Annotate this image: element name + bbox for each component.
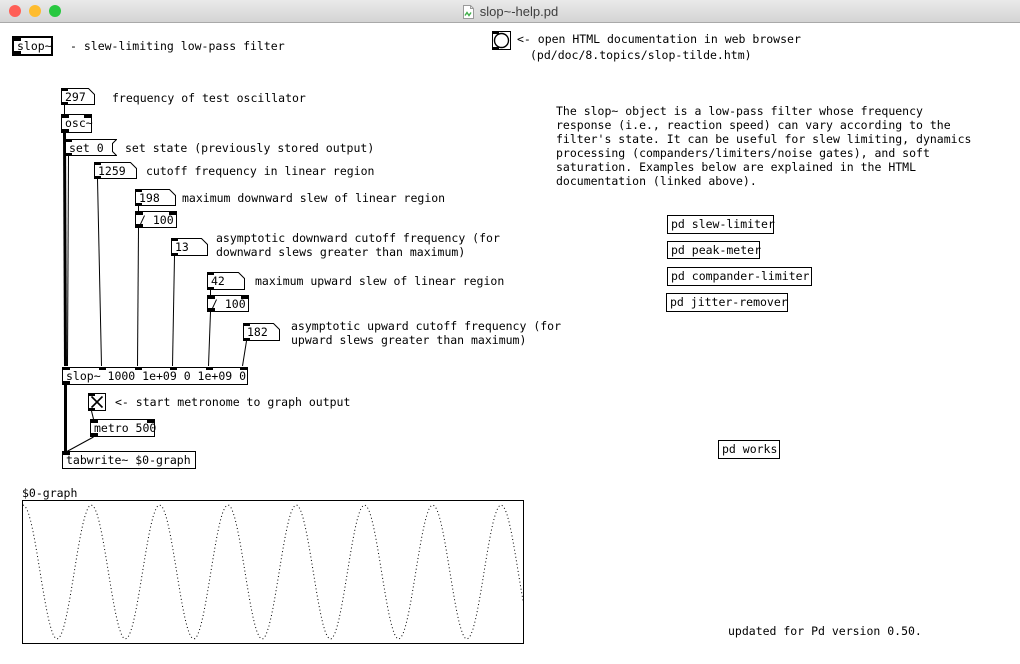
comment-doc-link: <- open HTML documentation in web browse… [517, 32, 801, 46]
comment-up-slew: maximum upward slew of linear region [255, 274, 504, 288]
number-box-up-asymptotic[interactable]: 182 [243, 323, 280, 341]
sine-wave-plot [23, 501, 523, 643]
subpatch-works[interactable]: pd works [718, 440, 780, 459]
inlet-nub [91, 420, 98, 423]
subpatch-jitter-remover[interactable]: pd jitter-remover [666, 293, 788, 312]
comment-down-asymptotic: asymptotic downward cutoff frequency (fo… [216, 231, 500, 259]
outlet-nub [91, 433, 98, 436]
inlet-nub [94, 162, 101, 165]
minimize-button[interactable] [29, 5, 41, 17]
outlet-nub [62, 129, 69, 132]
subpatch-peak-meter[interactable]: pd peak-meter [667, 241, 760, 259]
comment-down-slew: maximum downward slew of linear region [182, 191, 445, 205]
comment-frequency: frequency of test oscillator [112, 91, 306, 105]
bang-circle-icon [495, 34, 509, 48]
outlet-nub [136, 224, 143, 227]
object-box-slop-main: slop~ [12, 36, 53, 56]
signal-cords [65, 133, 66, 451]
inlet-nub [170, 367, 177, 370]
outlet-nub [63, 381, 70, 384]
number-box-up-slew[interactable]: 42 [207, 272, 245, 290]
outlet-nub [61, 102, 68, 105]
outlet-nub [207, 287, 214, 290]
inlet-nub [63, 452, 70, 455]
object-box-tabwrite: tabwrite~ $0-graph [62, 451, 196, 469]
outlet-nub [94, 176, 101, 179]
title-bar[interactable]: slop~-help.pd [0, 0, 1020, 23]
inlet-nub [171, 238, 178, 241]
outlet-nub [65, 153, 72, 156]
bang-open-docs[interactable] [492, 31, 511, 50]
inlet-nub [169, 212, 176, 215]
message-box-set-state[interactable]: set 0 [65, 139, 117, 156]
number-box-down-asymptotic[interactable]: 13 [171, 238, 208, 256]
comment-toggle: <- start metronome to graph output [115, 395, 350, 409]
comment-main: - slew-limiting low-pass filter [70, 39, 285, 53]
number-box-frequency[interactable]: 297 [61, 88, 95, 105]
inlet-nub [206, 367, 213, 370]
inlet-nub [63, 367, 70, 370]
inlet-nub [62, 115, 69, 118]
outlet-nub [243, 338, 250, 341]
object-box-divide-1: / 100 [135, 211, 177, 228]
subpatch-compander-limiter[interactable]: pd compander-limiter [667, 267, 812, 286]
patch-canvas: slop~ - slew-limiting low-pass filter <-… [0, 23, 1020, 664]
number-box-cutoff[interactable]: 1259 [94, 162, 137, 179]
number-box-down-slew[interactable]: 198 [135, 189, 176, 206]
description-text: The slop~ object is a low-pass filter wh… [556, 104, 1020, 188]
footer-version: updated for Pd version 0.50. [728, 624, 922, 638]
comment-cutoff: cutoff frequency in linear region [146, 164, 374, 178]
object-box-osc: osc~ [61, 114, 92, 133]
outlet-nub [14, 51, 21, 54]
inlet-nub [147, 420, 154, 423]
comment-set-state: set state (previously stored output) [125, 141, 374, 155]
outlet-nub [171, 253, 178, 256]
inlet-nub [14, 38, 21, 41]
object-box-divide-2: / 100 [207, 295, 249, 312]
inlet-nub [99, 367, 106, 370]
outlet-nub [88, 408, 95, 411]
window-title: slop~-help.pd [480, 4, 558, 19]
inlet-nub [135, 367, 142, 370]
document-icon [462, 4, 475, 18]
inlet-nub [65, 139, 72, 142]
pd-patch-window: slop~-help.pd [0, 0, 1020, 664]
inlet-nub [207, 272, 214, 275]
traffic-lights [9, 0, 61, 22]
inlet-nub [243, 323, 250, 326]
inlet-nub [492, 31, 499, 34]
close-button[interactable] [9, 5, 21, 17]
inlet-nub [241, 296, 248, 299]
graph-label: $0-graph [22, 486, 77, 500]
inlet-nub [135, 189, 142, 192]
zoom-button[interactable] [49, 5, 61, 17]
outlet-nub [208, 308, 215, 311]
comment-doc-path: (pd/doc/8.topics/slop-tilde.htm) [530, 48, 752, 62]
inlet-nub [136, 212, 143, 215]
waveform-graph [22, 500, 524, 644]
inlet-nub [240, 367, 247, 370]
inlet-nub [84, 115, 91, 118]
toggle-metronome[interactable] [88, 393, 106, 411]
subpatch-slew-limiter[interactable]: pd slew-limiter [667, 215, 774, 234]
inlet-nub [208, 296, 215, 299]
object-box-slop: slop~ 1000 1e+09 0 1e+09 0 [62, 367, 248, 385]
outlet-nub [492, 47, 499, 50]
inlet-nub [61, 88, 68, 91]
inlet-nub [88, 393, 95, 396]
object-box-metro: metro 500 [90, 419, 155, 437]
outlet-nub [135, 203, 142, 206]
comment-up-asymptotic: asymptotic upward cutoff frequency (for … [291, 319, 561, 347]
